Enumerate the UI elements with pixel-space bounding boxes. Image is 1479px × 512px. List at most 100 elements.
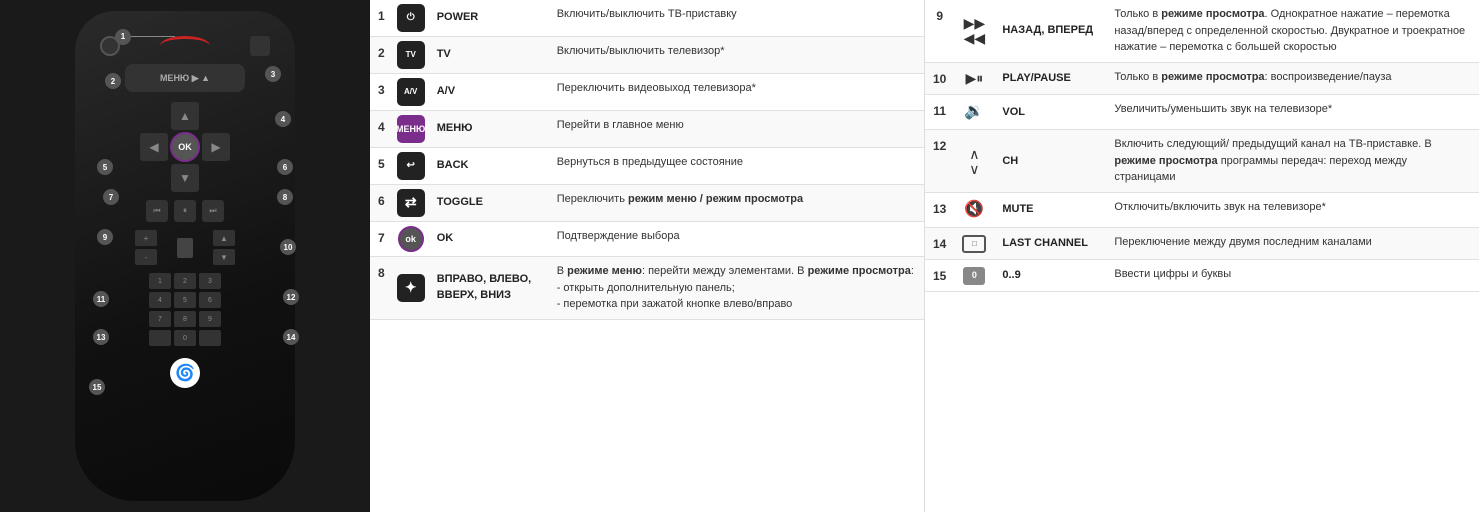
table-row: 8 ✦ ВПРАВО, ВЛЕВО, ВВЕРХ, ВНИЗ В режиме …	[370, 257, 924, 320]
row-num: 6	[370, 185, 393, 222]
label-5: 5	[97, 159, 113, 175]
label-12: 12	[283, 289, 299, 305]
instructions-table: 1 ⏻ POWER Включить/выключить ТВ-приставк…	[370, 0, 1479, 512]
table-row: 14 □ LAST CHANNEL Переключение между дву…	[925, 228, 1479, 260]
row-num: 11	[925, 95, 954, 130]
row-num: 3	[370, 74, 393, 111]
av-icon-cell: A/V	[393, 74, 429, 111]
toggle-icon-cell: ⇄	[393, 185, 429, 222]
label-8: 8	[277, 189, 293, 205]
back-icon: ↩	[397, 152, 425, 180]
label-15: 15	[89, 379, 105, 395]
av-icon: A/V	[397, 78, 425, 106]
row-name: TOGGLE	[429, 185, 549, 222]
ok-icon: ok	[398, 226, 424, 252]
tv-icon-cell: TV	[393, 37, 429, 74]
label-1: 1	[115, 29, 131, 45]
row-desc: Ввести цифры и буквы	[1104, 260, 1479, 292]
row-num: 10	[925, 62, 954, 95]
table-row: 1 ⏻ POWER Включить/выключить ТВ-приставк…	[370, 0, 924, 37]
row-desc: Включить/выключить телевизор*	[549, 37, 924, 74]
arrows-icon-cell: ✦	[393, 257, 429, 320]
power-icon: ⏻	[397, 4, 425, 32]
row-name: НАЗАД, ВПЕРЕД	[994, 0, 1104, 62]
table-row: 3 A/V A/V Переключить видеовыход телевиз…	[370, 74, 924, 111]
label-13: 13	[93, 329, 109, 345]
row-desc: Перейти в главное меню	[549, 111, 924, 148]
row-num: 5	[370, 148, 393, 185]
lastchannel-icon-cell: □	[954, 228, 994, 260]
table-row: 2 TV TV Включить/выключить телевизор*	[370, 37, 924, 74]
menu-icon-cell: МЕНЮ	[393, 111, 429, 148]
label-6: 6	[277, 159, 293, 175]
arrows-icon: ✦	[397, 274, 425, 302]
row-desc: Только в режиме просмотра. Однократное н…	[1104, 0, 1479, 62]
remote-image: 1 2 3 4 5 6 7 8 9 10 11	[75, 11, 295, 501]
back-icon-cell: ↩	[393, 148, 429, 185]
left-column: 1 ⏻ POWER Включить/выключить ТВ-приставк…	[370, 0, 925, 512]
row-name: PLAY/PAUSE	[994, 62, 1104, 95]
row-desc: В режиме меню: перейти между элементами.…	[549, 257, 924, 320]
row-num: 15	[925, 260, 954, 292]
row-num: 12	[925, 130, 954, 193]
ok-icon-cell: ok	[393, 222, 429, 257]
row-name: OK	[429, 222, 549, 257]
table-row: 6 ⇄ TOGGLE Переключить режим меню / режи…	[370, 185, 924, 222]
row-desc: Вернуться в предыдущее состояние	[549, 148, 924, 185]
row-num: 2	[370, 37, 393, 74]
mute-icon-cell: 🔇	[954, 192, 994, 227]
row-desc: Включить/выключить ТВ-приставку	[549, 0, 924, 37]
label-14: 14	[283, 329, 299, 345]
row-name: CH	[994, 130, 1104, 193]
row-name: MUTE	[994, 192, 1104, 227]
vol-icon-cell: 🔉	[954, 95, 994, 130]
row-name: МЕНЮ	[429, 111, 549, 148]
label-11: 11	[93, 291, 109, 307]
ch-icon-cell: ∧ ∨	[954, 130, 994, 193]
row-desc: Подтверждение выбора	[549, 222, 924, 257]
row-num: 8	[370, 257, 393, 320]
label-7: 7	[103, 189, 119, 205]
zero-icon-cell: 0	[954, 260, 994, 292]
power-icon-cell: ⏻	[393, 0, 429, 37]
menu-icon: МЕНЮ	[397, 115, 425, 143]
row-name: VOL	[994, 95, 1104, 130]
row-desc: Только в режиме просмотра: воспроизведен…	[1104, 62, 1479, 95]
row-desc: Переключить режим меню / режим просмотра	[549, 185, 924, 222]
table-row: 12 ∧ ∨ CH Включить следующий/ предыдущий…	[925, 130, 1479, 193]
ff-icon-cell: ▶▶ ◀◀	[954, 0, 994, 62]
left-table: 1 ⏻ POWER Включить/выключить ТВ-приставк…	[370, 0, 924, 320]
label-4: 4	[275, 111, 291, 127]
label-2: 2	[105, 73, 121, 89]
label-3: 3	[265, 66, 281, 82]
table-row: 15 0 0..9 Ввести цифры и буквы	[925, 260, 1479, 292]
row-name: A/V	[429, 74, 549, 111]
row-name: BACK	[429, 148, 549, 185]
playpause-icon-cell: ▶⏸	[954, 62, 994, 95]
row-desc: Увеличить/уменьшить звук на телевизоре*	[1104, 95, 1479, 130]
row-num: 13	[925, 192, 954, 227]
table-row: 11 🔉 VOL Увеличить/уменьшить звук на тел…	[925, 95, 1479, 130]
row-desc: Переключить видеовыход телевизора*	[549, 74, 924, 111]
row-desc: Включить следующий/ предыдущий канал на …	[1104, 130, 1479, 193]
table-row: 13 🔇 MUTE Отключить/включить звук на тел…	[925, 192, 1479, 227]
row-name: LAST CHANNEL	[994, 228, 1104, 260]
label-10: 10	[280, 239, 296, 255]
row-num: 7	[370, 222, 393, 257]
row-name: ВПРАВО, ВЛЕВО, ВВЕРХ, ВНИЗ	[429, 257, 549, 320]
label-9: 9	[97, 229, 113, 245]
row-num: 14	[925, 228, 954, 260]
table-row: 10 ▶⏸ PLAY/PAUSE Только в режиме просмот…	[925, 62, 1479, 95]
row-name: TV	[429, 37, 549, 74]
row-num: 1	[370, 0, 393, 37]
table-row: 9 ▶▶ ◀◀ НАЗАД, ВПЕРЕД Только в режиме пр…	[925, 0, 1479, 62]
table-row: 5 ↩ BACK Вернуться в предыдущее состояни…	[370, 148, 924, 185]
row-desc: Отключить/включить звук на телевизоре*	[1104, 192, 1479, 227]
table-row: 4 МЕНЮ МЕНЮ Перейти в главное меню	[370, 111, 924, 148]
toggle-icon: ⇄	[397, 189, 425, 217]
right-column: 9 ▶▶ ◀◀ НАЗАД, ВПЕРЕД Только в режиме пр…	[925, 0, 1479, 512]
row-num: 4	[370, 111, 393, 148]
tv-icon: TV	[397, 41, 425, 69]
row-num: 9	[925, 0, 954, 62]
row-desc: Переключение между двумя последним канал…	[1104, 228, 1479, 260]
